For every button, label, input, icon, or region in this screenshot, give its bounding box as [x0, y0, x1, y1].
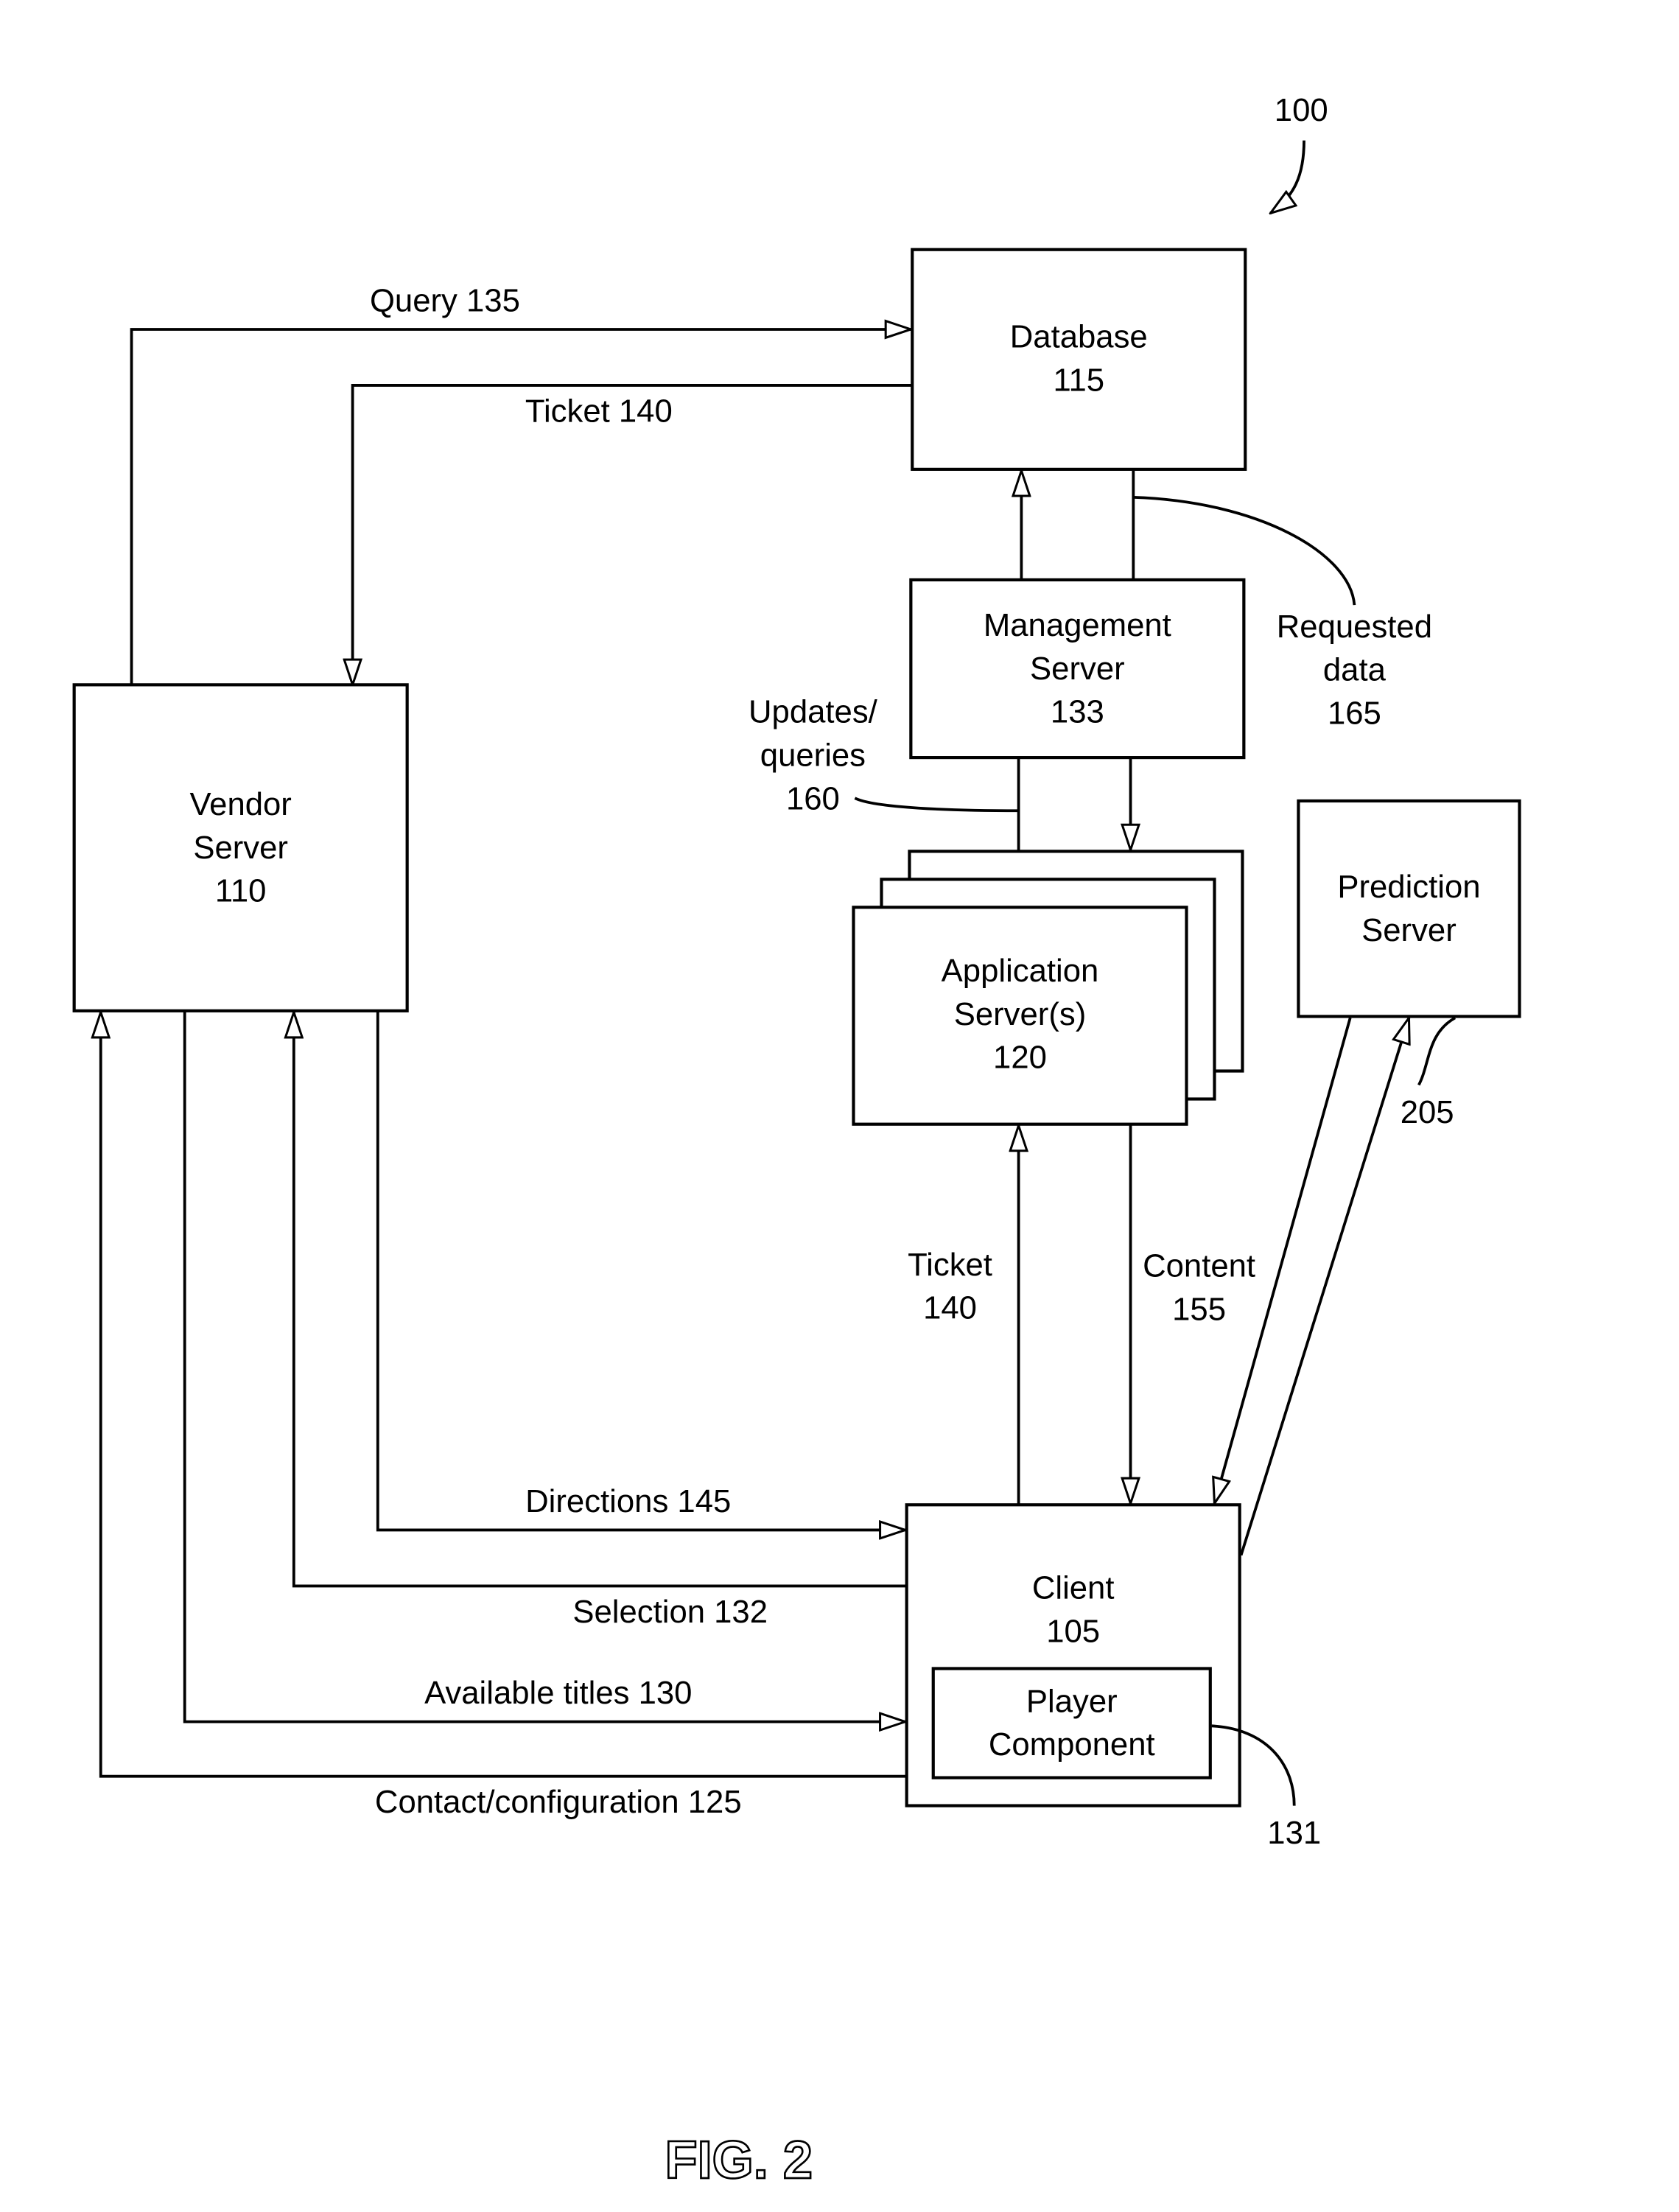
- prediction-server-node[interactable]: Prediction Server: [1297, 799, 1521, 1018]
- updates-leader: [854, 797, 1019, 813]
- system-diagram: 100 Database 115 Query 135 Ticket 140 Ma…: [72, 92, 1521, 2191]
- prediction-label-1: Prediction: [1337, 869, 1480, 905]
- database-node[interactable]: Database 115: [911, 248, 1247, 471]
- selection-label: Selection 132: [572, 1594, 768, 1630]
- vendor-ref: 110: [215, 873, 267, 909]
- content-label-2: 155: [1172, 1292, 1226, 1328]
- prediction-label-2: Server: [1361, 912, 1457, 948]
- database-label: Database: [1010, 319, 1148, 355]
- contact-configuration-arrow: [101, 1012, 907, 1778]
- client-label: Client: [1032, 1570, 1115, 1606]
- management-ref: 133: [1051, 694, 1104, 730]
- ticket-top-label: Ticket 140: [525, 393, 673, 429]
- client-node[interactable]: Client 105 Player Component: [905, 1503, 1241, 1807]
- query-arrow: [130, 329, 911, 685]
- available-titles-label: Available titles 130: [424, 1675, 692, 1711]
- prediction-ref-leader: [1417, 1016, 1457, 1086]
- content-label-1: Content: [1143, 1248, 1255, 1284]
- client-ref: 105: [1046, 1613, 1100, 1649]
- requested-data-label-3: 165: [1328, 696, 1381, 732]
- management-label-1: Management: [984, 607, 1171, 643]
- requested-data-label-2: data: [1323, 652, 1387, 688]
- player-component[interactable]: Player Component: [931, 1667, 1212, 1779]
- ticket-mid-label-2: 140: [923, 1290, 977, 1326]
- ticket-top-arrow: [353, 384, 913, 685]
- vendor-label-2: Server: [193, 830, 288, 866]
- application-ref: 120: [993, 1040, 1047, 1076]
- updates-label-3: 160: [786, 780, 840, 816]
- player-ref-label: 131: [1267, 1815, 1321, 1851]
- application-server-stack[interactable]: Application Server(s) 120: [852, 850, 1244, 1126]
- database-ref: 115: [1053, 363, 1104, 399]
- vendor-label-1: Vendor: [189, 786, 291, 822]
- directions-label: Directions 145: [525, 1483, 731, 1519]
- directions-arrow: [376, 1010, 905, 1530]
- updates-label-2: queries: [760, 738, 866, 774]
- management-server-node[interactable]: Management Server 133: [909, 578, 1246, 760]
- updates-label-1: Updates/: [749, 694, 878, 730]
- player-label-2: Component: [989, 1726, 1155, 1763]
- prediction-ref-label: 205: [1401, 1094, 1454, 1130]
- player-label-1: Player: [1026, 1683, 1118, 1719]
- system-ref-arrow: [1270, 140, 1305, 214]
- application-label-1: Application: [942, 953, 1099, 989]
- management-label-2: Server: [1030, 651, 1125, 687]
- requested-data-label-1: Requested: [1277, 609, 1432, 645]
- contact-configuration-label: Contact/configuration 125: [375, 1784, 742, 1820]
- query-label: Query 135: [370, 282, 520, 318]
- vendor-server-node[interactable]: Vendor Server 110: [72, 683, 409, 1012]
- client-to-prediction-arrow: [1239, 1018, 1409, 1556]
- system-ref-label: 100: [1275, 92, 1328, 128]
- application-label-2: Server(s): [954, 996, 1087, 1032]
- figure-label: FIG. 2: [665, 2131, 813, 2190]
- ticket-mid-label-1: Ticket: [908, 1247, 992, 1283]
